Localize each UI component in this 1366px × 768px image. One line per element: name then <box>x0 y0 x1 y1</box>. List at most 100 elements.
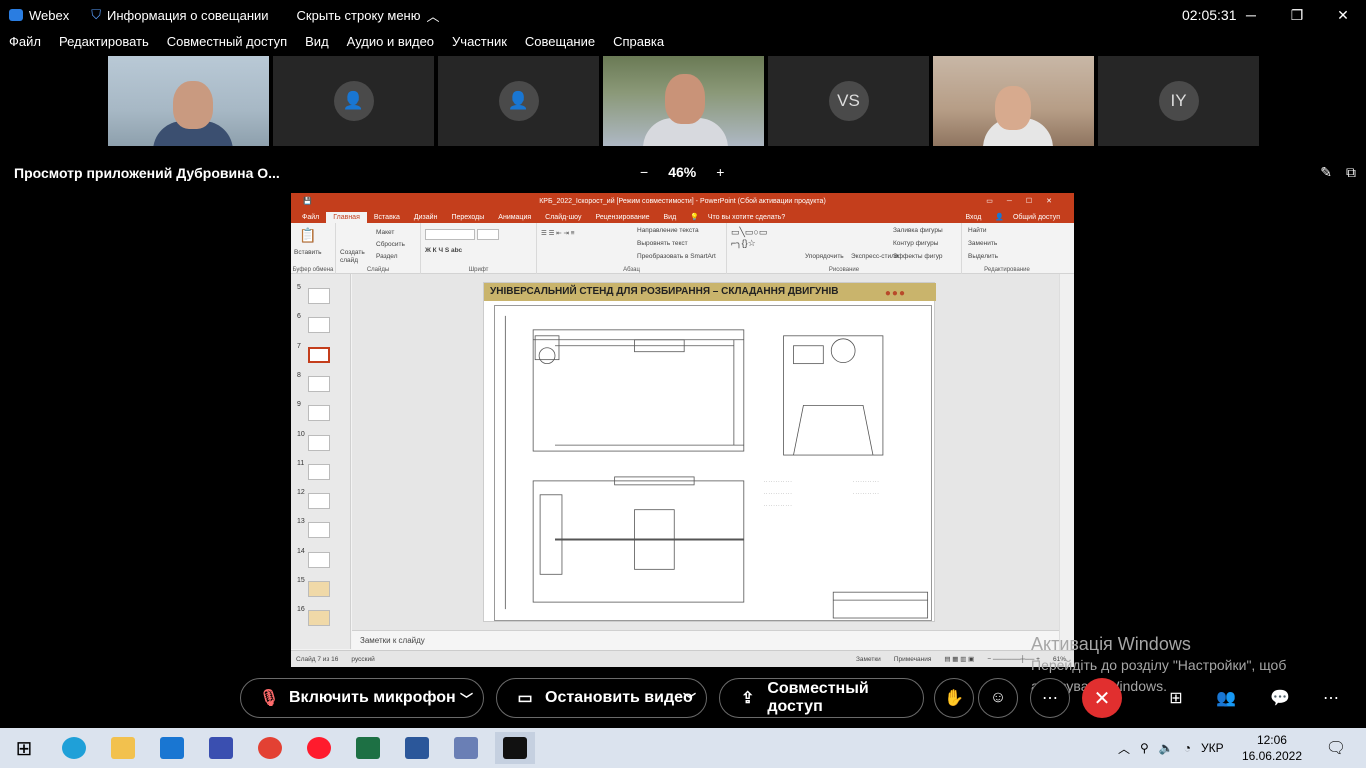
stop-video-button[interactable]: ▭ Остановить видео ﹀ <box>496 678 707 718</box>
tab-view[interactable]: Вид <box>657 212 684 223</box>
tab-home[interactable]: Главная <box>326 212 367 223</box>
raise-hand-icon[interactable]: ✋ <box>934 678 974 718</box>
menu-meeting[interactable]: Совещание <box>525 34 595 54</box>
tab-file[interactable]: Файл <box>295 212 326 223</box>
chrome-icon[interactable] <box>250 732 290 764</box>
close-icon[interactable]: ✕ <box>1320 0 1366 30</box>
participant-avatar[interactable]: 👤 <box>273 56 434 146</box>
menu-view[interactable]: Вид <box>305 34 329 54</box>
layout-button[interactable]: Макет <box>376 229 394 236</box>
shapes-gallery[interactable]: ▭╲▭○▭ ⌐╮{}☆ <box>731 227 767 249</box>
mail-icon[interactable] <box>152 732 192 764</box>
replace-button[interactable]: Заменить <box>968 240 997 247</box>
menu-audio-video[interactable]: Аудио и видео <box>347 34 434 54</box>
arrange-button[interactable]: Упорядочить <box>805 253 844 260</box>
menu-share[interactable]: Совместный доступ <box>167 34 287 54</box>
menu-file[interactable]: Файл <box>9 34 41 54</box>
minimize-icon[interactable]: ─ <box>1228 0 1274 30</box>
reactions-icon[interactable]: ☺ <box>978 678 1018 718</box>
sign-in-link[interactable]: Вход <box>958 212 988 223</box>
section-button[interactable]: Раздел <box>376 253 397 260</box>
chevron-down-icon[interactable]: ﹀ <box>460 689 473 708</box>
more-icon[interactable]: ⋯ <box>1319 686 1343 710</box>
volume-icon[interactable]: 🔈 <box>1159 741 1174 755</box>
input-language[interactable]: УКР <box>1201 741 1224 755</box>
language-indicator[interactable]: русский <box>351 656 374 663</box>
slide-thumbnail[interactable] <box>308 551 330 568</box>
slide-thumbnail[interactable] <box>308 463 330 480</box>
save-app-icon[interactable] <box>201 732 241 764</box>
font-name-input[interactable] <box>425 229 475 240</box>
menu-participant[interactable]: Участник <box>452 34 507 54</box>
notes-toggle[interactable]: Заметки <box>856 656 881 663</box>
tab-animation[interactable]: Анимация <box>491 212 538 223</box>
new-slide-button[interactable]: Создать слайд <box>340 249 370 265</box>
slide-scrollbar[interactable] <box>1059 274 1074 650</box>
zoom-in-button[interactable]: + <box>716 164 724 180</box>
network-icon[interactable]: ⚲ <box>1140 741 1149 755</box>
slide-thumbnail[interactable] <box>308 317 330 334</box>
slide-thumbnail[interactable] <box>308 288 330 304</box>
view-icons[interactable]: ▤ ▦ ▥ ▣ <box>944 655 974 663</box>
shape-outline-button[interactable]: Контур фигуры <box>893 240 938 247</box>
font-size-input[interactable] <box>477 229 499 240</box>
chevron-down-icon[interactable]: ﹀ <box>683 689 696 708</box>
notes-pane[interactable]: Заметки к слайду <box>352 630 1059 650</box>
share-content-button[interactable]: ⇪ Совместный доступ <box>719 678 924 718</box>
wifi-icon[interactable]: ◔ <box>1184 741 1191 755</box>
smartart-button[interactable]: Преобразовать в SmartArt <box>637 253 716 260</box>
annotate-icon[interactable]: ✎ <box>1320 164 1332 181</box>
more-options-icon[interactable]: ⋯ <box>1030 678 1070 718</box>
participant-video[interactable] <box>108 56 269 146</box>
meeting-info-button[interactable]: ⛉ Информация о совещании <box>91 0 268 30</box>
list-icons[interactable]: ☰ ☰ ⇤ ⇥ ≡ <box>541 229 575 237</box>
tab-insert[interactable]: Вставка <box>367 212 407 223</box>
tab-slideshow[interactable]: Слайд-шоу <box>538 212 588 223</box>
save-icon[interactable]: 💾 <box>303 197 312 205</box>
hide-menu-button[interactable]: Скрыть строку меню ︿ <box>297 0 440 30</box>
taskbar-clock[interactable]: 12:06 16.06.2022 <box>1242 732 1302 764</box>
chat-icon[interactable]: 💬 <box>1268 686 1292 710</box>
paste-icon[interactable]: 📋 <box>299 227 316 244</box>
comments-toggle[interactable]: Примечания <box>894 656 932 663</box>
unmute-button[interactable]: 🎙 Включить микрофон ﹀ <box>240 678 484 718</box>
file-explorer-icon[interactable] <box>103 732 143 764</box>
shape-fill-button[interactable]: Заливка фигуры <box>893 227 943 234</box>
participants-icon[interactable]: 👥 <box>1214 686 1238 710</box>
align-text-button[interactable]: Выровнять текст <box>637 240 688 247</box>
text-direction-button[interactable]: Направление текста <box>637 227 699 234</box>
participant-avatar[interactable]: VS <box>768 56 929 146</box>
ppt-window-controls[interactable]: ▭─☐✕ <box>986 197 1066 205</box>
opera-icon[interactable] <box>299 732 339 764</box>
quick-styles-button[interactable]: Экспресс-стили <box>851 253 899 260</box>
slide-thumbnail[interactable] <box>308 581 330 597</box>
paste-button[interactable]: Вставить <box>294 249 322 256</box>
slide-thumbnail[interactable] <box>308 405 330 422</box>
apps-icon[interactable]: ⊞ <box>1164 686 1188 710</box>
chevron-up-icon[interactable]: ︿ <box>1118 740 1130 757</box>
notifications-icon[interactable]: 🗨 <box>1316 732 1356 764</box>
search-app-icon[interactable] <box>446 732 486 764</box>
shape-effects-button[interactable]: Эффекты фигур <box>893 253 943 260</box>
select-button[interactable]: Выделить <box>968 253 998 260</box>
slide-thumbnail[interactable] <box>308 522 330 539</box>
current-slide[interactable]: УНІВЕРСАЛЬНИЙ СТЕНД ДЛЯ РОЗБИРАННЯ – СКЛ… <box>483 282 936 622</box>
participant-avatar[interactable]: 👤 <box>438 56 599 146</box>
tab-review[interactable]: Рецензирование <box>588 212 656 223</box>
share-button[interactable]: 👤 Общий доступ <box>988 211 1074 223</box>
tell-me-box[interactable]: 💡 Что вы хотите сделать? <box>683 211 799 223</box>
excel-icon[interactable] <box>348 732 388 764</box>
font-format-icons[interactable]: Ж К Ч S abc <box>425 247 462 254</box>
tab-transitions[interactable]: Переходы <box>444 212 491 223</box>
end-call-icon[interactable]: ✕ <box>1082 678 1122 718</box>
menu-help[interactable]: Справка <box>613 34 664 54</box>
tab-design[interactable]: Дизайн <box>407 212 445 223</box>
participant-video[interactable] <box>603 56 764 146</box>
slide-thumbnail[interactable] <box>308 375 330 392</box>
find-button[interactable]: Найти <box>968 227 987 234</box>
webex-logo[interactable]: Webex <box>9 0 69 30</box>
participant-avatar[interactable]: IY <box>1098 56 1259 146</box>
slide-thumbnail[interactable] <box>308 493 330 510</box>
restore-icon[interactable]: ❐ <box>1274 0 1320 30</box>
slide-thumbnail[interactable] <box>308 346 330 363</box>
